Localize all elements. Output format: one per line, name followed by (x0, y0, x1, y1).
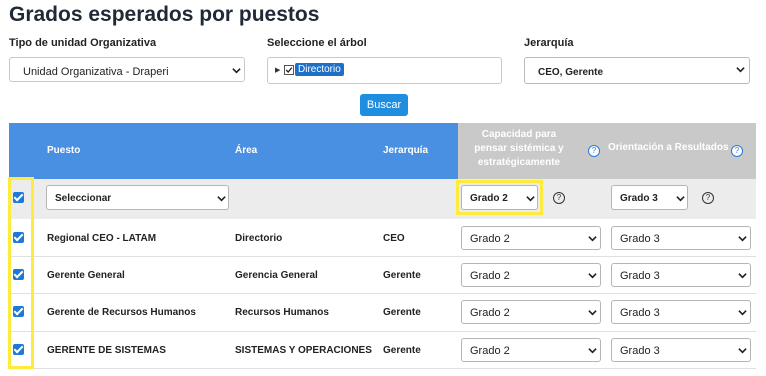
tipo-unidad-select[interactable]: Unidad Organizativa - Draperi (9, 57, 245, 82)
row-area: Gerencia General (235, 270, 318, 281)
jerarquia-value: CEO, Gerente (538, 67, 604, 78)
help-icon[interactable]: ? (588, 145, 600, 157)
row-jerarquia: Gerente (383, 345, 421, 356)
row-orientacion-select[interactable]: Grado 3 (611, 226, 751, 250)
tree-node-checkbox[interactable] (284, 65, 294, 75)
row-area: Recursos Humanos (235, 307, 329, 318)
row-capacidad-select[interactable]: Grado 2 (461, 300, 601, 324)
orientacion-filter-select[interactable]: Grado 3 (611, 185, 688, 210)
puesto-filter-value: Seleccionar (55, 193, 112, 204)
row-orientacion-select[interactable]: Grado 3 (611, 263, 751, 287)
help-icon[interactable]: ? (553, 192, 565, 204)
chevron-down-icon (676, 196, 685, 202)
row-area: SISTEMAS Y OPERACIONES (235, 345, 372, 356)
jerarquia-select[interactable]: CEO, Gerente (524, 57, 750, 84)
row-puesto: GERENTE DE SISTEMAS (47, 345, 166, 356)
row-divider (9, 293, 756, 294)
chevron-down-icon (736, 67, 745, 73)
tipo-unidad-label: Tipo de unidad Organizativa (9, 37, 157, 49)
chevron-down-icon (738, 236, 747, 242)
chevron-down-icon (588, 348, 597, 354)
arbol-tree[interactable]: ▶ Directorio (267, 57, 502, 84)
row-capacidad-value: Grado 2 (470, 345, 510, 357)
highlight-capacidad-filter (456, 180, 543, 215)
col-area-header: Área (235, 145, 258, 156)
chevron-down-icon (232, 68, 241, 74)
row-capacidad-select[interactable]: Grado 2 (461, 338, 601, 362)
row-orientacion-value: Grado 3 (620, 270, 660, 282)
chevron-down-icon (588, 273, 597, 279)
chevron-down-icon (738, 273, 747, 279)
row-jerarquia: CEO (383, 233, 405, 244)
row-capacidad-value: Grado 2 (470, 307, 510, 319)
row-puesto: Regional CEO - LATAM (47, 233, 157, 244)
chevron-down-icon (738, 348, 747, 354)
col-puesto-header: Puesto (47, 145, 81, 156)
row-orientacion-select[interactable]: Grado 3 (611, 300, 751, 324)
check-icon (285, 67, 293, 73)
row-puesto: Gerente de Recursos Humanos (47, 307, 196, 318)
help-icon[interactable]: ? (731, 145, 743, 157)
page-title: Grados esperados por puestos (9, 3, 320, 26)
row-divider (9, 256, 756, 257)
orientacion-filter-value: Grado 3 (620, 193, 658, 204)
row-jerarquia: Gerente (383, 270, 421, 281)
row-capacidad-value: Grado 2 (470, 233, 510, 245)
arbol-label: Seleccione el árbol (267, 37, 367, 49)
row-orientacion-value: Grado 3 (620, 307, 660, 319)
tree-node-directorio[interactable]: Directorio (295, 63, 344, 76)
row-capacidad-select[interactable]: Grado 2 (461, 263, 601, 287)
row-puesto: Gerente General (47, 270, 125, 281)
chevron-down-icon (738, 310, 747, 316)
col-jerarquia-header: Jerarquía (383, 145, 429, 156)
row-orientacion-value: Grado 3 (620, 345, 660, 357)
chevron-down-icon (588, 310, 597, 316)
row-orientacion-value: Grado 3 (620, 233, 660, 245)
row-capacidad-select[interactable]: Grado 2 (461, 226, 601, 250)
tipo-unidad-value: Unidad Organizativa - Draperi (23, 66, 169, 78)
col-capacidad-header: Capacidad para pensar sistémica y estrat… (474, 129, 564, 168)
col-orientacion-header: Orientación a Resultados (608, 142, 729, 153)
caret-right-icon[interactable]: ▶ (275, 66, 280, 74)
highlight-checkbox-column (8, 177, 34, 369)
row-divider (9, 368, 756, 369)
help-icon[interactable]: ? (702, 192, 714, 204)
buscar-button[interactable]: Buscar (360, 94, 408, 116)
row-divider (9, 331, 756, 332)
chevron-down-icon (588, 236, 597, 242)
chevron-down-icon (217, 196, 226, 202)
row-area: Directorio (235, 233, 283, 244)
puesto-filter-select[interactable]: Seleccionar (46, 185, 229, 210)
row-capacidad-value: Grado 2 (470, 270, 510, 282)
jerarquia-label: Jerarquía (524, 37, 574, 49)
row-orientacion-select[interactable]: Grado 3 (611, 338, 751, 362)
row-jerarquia: Gerente (383, 307, 421, 318)
